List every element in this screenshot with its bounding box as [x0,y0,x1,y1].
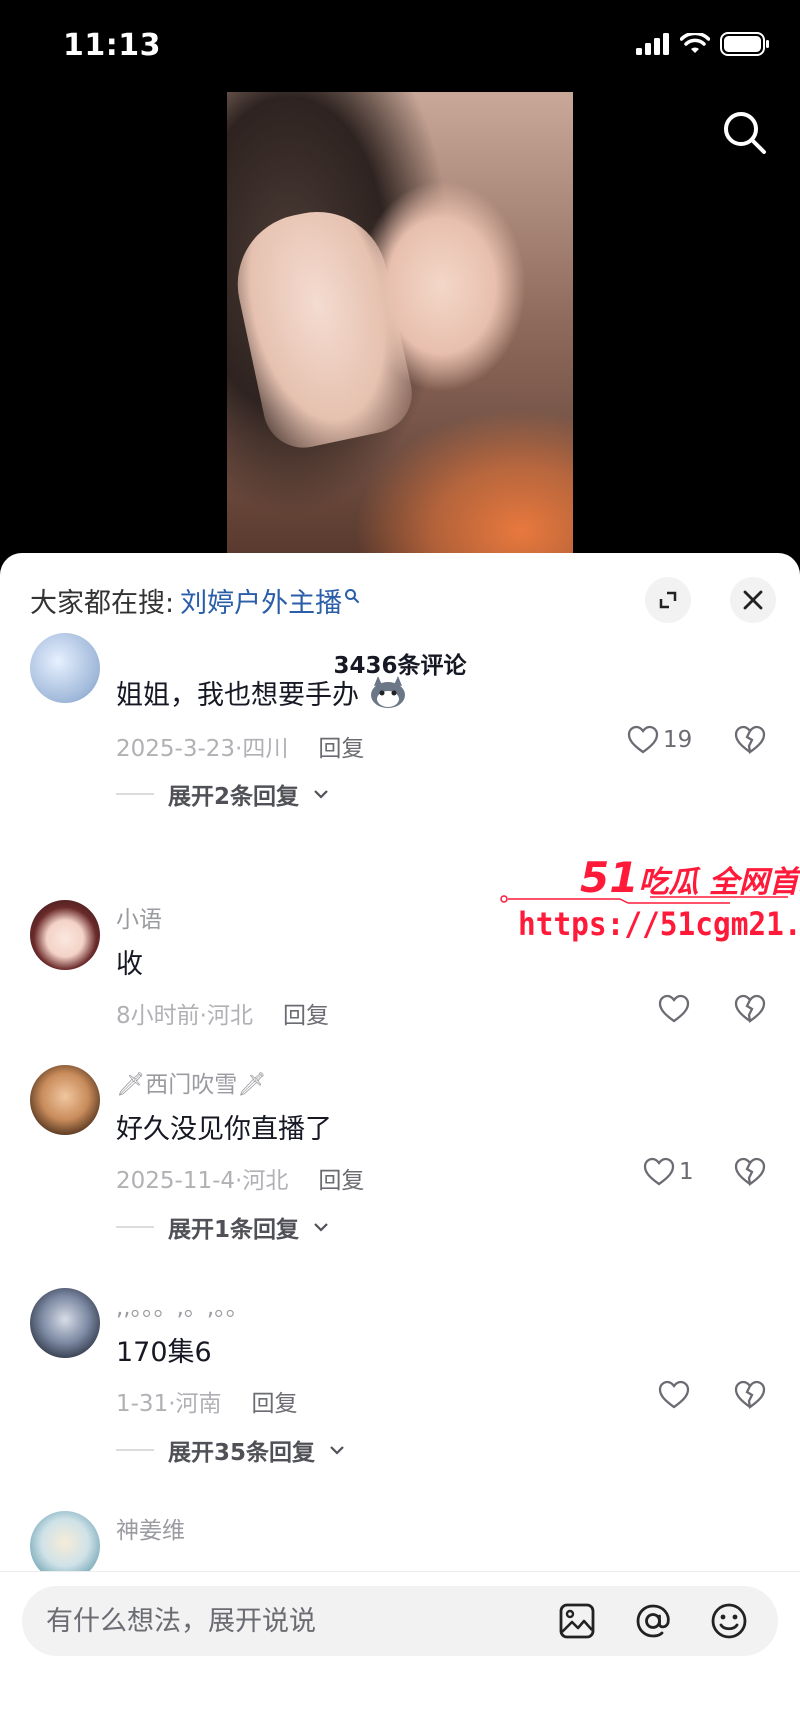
comment-meta: 2025-11-4·河北 回复 [116,1168,365,1194]
comment-text: 好久没见你直播了 [116,1114,332,1145]
avatar[interactable] [30,1288,100,1358]
chevron-down-icon [314,1223,328,1232]
like-button[interactable]: 19 [627,725,692,755]
status-time: 11:13 [63,28,161,63]
avatar[interactable] [30,633,100,703]
battery-icon [720,32,769,56]
comment-author[interactable]: 神姜维 [116,1511,185,1545]
wifi-icon [680,33,710,53]
search-icon [724,112,766,154]
heart-icon [643,1157,675,1186]
comment-sheet: 大家都在搜: 刘婷户外主播 3436条评论 姐姐，我也想要手办 2025-3-2… [0,553,800,1731]
heart-icon [658,994,690,1023]
chevron-down-icon [314,790,328,799]
video-player[interactable] [227,92,573,554]
broken-heart-icon [734,994,766,1023]
comment-author[interactable]: 小语 [116,900,162,934]
comment-text: 170集6 [116,1337,212,1368]
heart-icon [627,725,659,754]
dislike-button[interactable] [734,994,766,1028]
small-search-icon [345,588,360,603]
like-button[interactable]: 1 [643,1157,694,1187]
sword-icon: 🗡 [116,1072,146,1098]
video-content-image [227,198,420,456]
signal-icon [636,33,669,55]
hot-search-label: 大家都在搜: [30,588,175,619]
comment-item: 姐姐，我也想要手办 2025-3-23·四川 回复 19 展开2条回复 [0,633,800,853]
expand-sheet-button[interactable] [645,577,691,623]
heart-icon [658,1380,690,1409]
comment-item: 神姜维 [0,1511,800,1581]
at-icon [636,1604,670,1638]
comment-text: 收 [116,949,143,980]
broken-heart-icon [734,1380,766,1409]
like-count: 1 [679,1159,694,1185]
comment-item: 🗡西门吹雪🗡 好久没见你直播了 2025-11-4·河北 回复 1 展开1条回复 [0,1065,800,1265]
dislike-button[interactable] [734,1380,766,1414]
reply-button[interactable]: 回复 [318,736,364,762]
dislike-button[interactable] [734,1157,766,1191]
reply-button[interactable]: 回复 [318,1168,364,1194]
expand-replies[interactable]: 展开35条回复 [116,1433,345,1467]
status-icons [636,32,770,56]
like-count: 19 [663,727,693,753]
husky-emoji-icon [370,676,405,708]
comment-meta: 1-31·河南 回复 [116,1391,298,1417]
comment-input-bar [0,1571,800,1731]
comment-author[interactable]: 🗡西门吹雪🗡 [116,1065,266,1099]
reply-button[interactable]: 回复 [252,1391,298,1417]
avatar[interactable] [30,1065,100,1135]
emoji-button[interactable] [710,1602,748,1640]
comment-author[interactable]: ,,。。。,。,。。 [116,1288,249,1322]
comment-item: ,,。。。,。,。。 170集6 1-31·河南 回复 展开35条回复 [0,1288,800,1488]
comment-meta: 2025-3-23·四川 回复 [116,736,365,762]
search-button[interactable] [720,108,770,158]
status-bar: 11:13 [0,0,800,90]
watermark: 51吃瓜 全网首发 https://51cgm21.com [500,853,800,953]
like-button[interactable] [658,1380,690,1410]
image-button[interactable] [558,1602,596,1640]
watermark-lines [500,895,788,904]
watermark-url: https://51cgm21.com [518,905,800,943]
expand-replies[interactable]: 展开1条回复 [116,1210,329,1244]
hot-search-term[interactable]: 刘婷户外主播 [180,581,342,620]
comment-input-container[interactable] [22,1586,778,1656]
expand-replies[interactable]: 展开2条回复 [116,777,329,811]
avatar[interactable] [30,900,100,970]
sword-icon: 🗡 [237,1072,267,1098]
emoji-icon [711,1603,747,1639]
dislike-button[interactable] [734,725,766,759]
mention-button[interactable] [634,1602,672,1640]
close-sheet-button[interactable] [730,577,776,623]
like-button[interactable] [658,994,690,1024]
hot-search-bar[interactable]: 大家都在搜: 刘婷户外主播 [30,581,360,620]
image-icon [559,1603,595,1639]
comment-input[interactable] [46,1586,516,1656]
comment-meta: 8小时前·河北 回复 [116,1003,329,1029]
close-icon [743,590,763,610]
expand-icon [659,591,677,609]
comment-text: 姐姐，我也想要手办 [116,673,408,712]
reply-button[interactable]: 回复 [283,1003,329,1029]
broken-heart-icon [734,1157,766,1186]
chevron-down-icon [330,1446,344,1455]
broken-heart-icon [734,725,766,754]
